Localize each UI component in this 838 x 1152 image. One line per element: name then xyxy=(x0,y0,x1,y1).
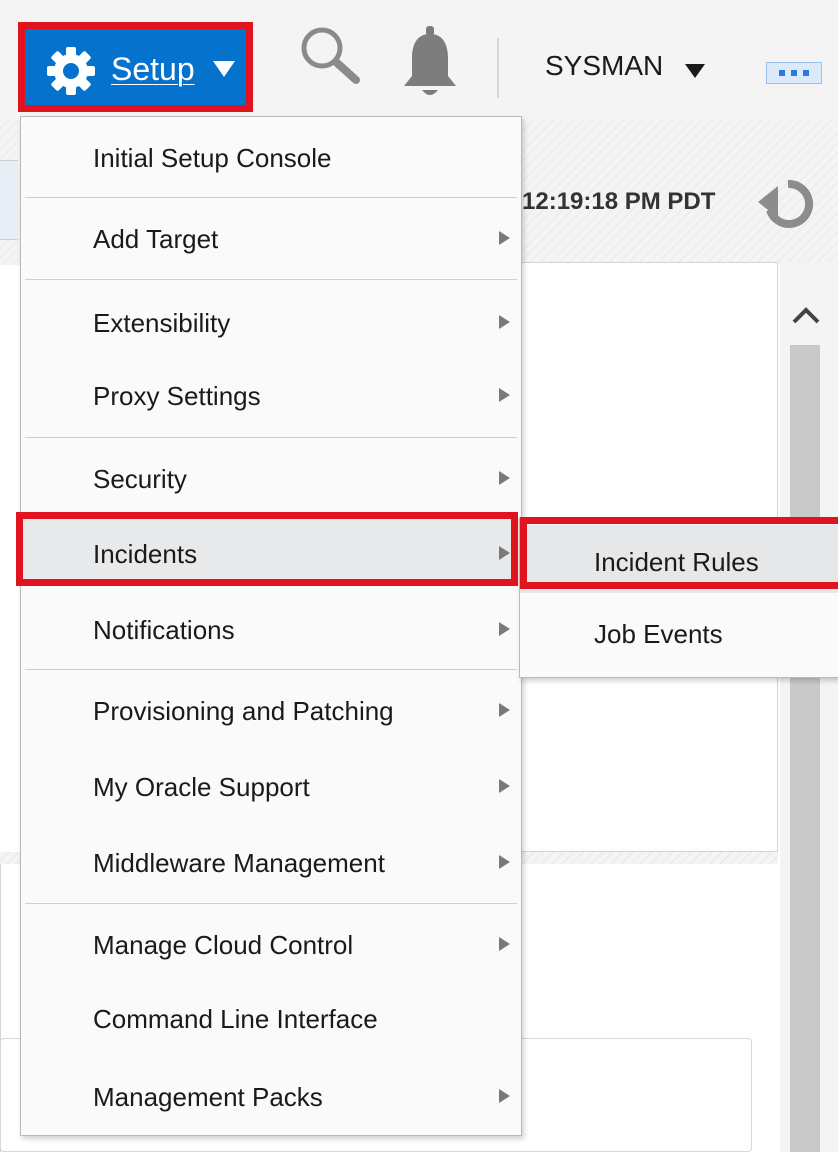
page-refresh-timestamp: 12:19:18 PM PDT xyxy=(522,188,716,215)
menu-item-label: Middleware Management xyxy=(93,848,385,878)
menu-item-label: My Oracle Support xyxy=(93,772,310,802)
bell-icon[interactable] xyxy=(400,22,460,102)
gear-icon xyxy=(47,47,95,95)
more-icon[interactable] xyxy=(766,62,822,84)
submenu-item-label: Job Events xyxy=(594,619,723,649)
menu-item-initial-setup-console[interactable]: Initial Setup Console xyxy=(21,117,521,197)
highlight-incidents xyxy=(16,512,518,586)
chevron-down-icon[interactable] xyxy=(685,64,705,78)
menu-item-extensibility[interactable]: Extensibility xyxy=(21,280,521,355)
menu-item-command-line-interface[interactable]: Command Line Interface xyxy=(21,984,521,1060)
submenu-arrow-icon xyxy=(499,471,510,485)
top-header-bar: Setup SYSMAN xyxy=(0,0,838,120)
submenu-arrow-icon xyxy=(499,388,510,402)
submenu-arrow-icon xyxy=(499,1089,510,1103)
submenu-arrow-icon xyxy=(499,703,510,717)
more-dot xyxy=(779,70,785,76)
menu-item-security[interactable]: Security xyxy=(21,438,521,516)
left-panel-edge xyxy=(0,160,18,240)
menu-item-label: Add Target xyxy=(93,224,219,254)
menu-item-label: Initial Setup Console xyxy=(93,143,332,173)
menu-item-manage-cloud-control[interactable]: Manage Cloud Control xyxy=(21,904,521,984)
menu-item-label: Manage Cloud Control xyxy=(93,930,354,960)
highlight-incident-rules xyxy=(520,517,838,589)
menu-item-middleware-management[interactable]: Middleware Management xyxy=(21,822,521,900)
submenu-arrow-icon xyxy=(499,779,510,793)
scrollbar-thumb[interactable] xyxy=(790,345,820,1152)
chevron-down-icon xyxy=(213,61,235,77)
setup-dropdown-menu: Initial Setup Console Add Target Extensi… xyxy=(20,116,522,1136)
menu-item-label: Provisioning and Patching xyxy=(93,696,394,726)
more-dot xyxy=(803,70,809,76)
submenu-item-job-events[interactable]: Job Events xyxy=(520,599,838,667)
menu-item-provisioning-and-patching[interactable]: Provisioning and Patching xyxy=(21,670,521,746)
submenu-arrow-icon xyxy=(499,622,510,636)
header-divider xyxy=(497,38,499,98)
refresh-icon[interactable] xyxy=(756,176,814,228)
menu-item-my-oracle-support[interactable]: My Oracle Support xyxy=(21,746,521,822)
setup-menu-button[interactable]: Setup xyxy=(18,22,253,112)
user-menu-label[interactable]: SYSMAN xyxy=(545,50,663,82)
submenu-arrow-icon xyxy=(499,315,510,329)
submenu-arrow-icon xyxy=(499,855,510,869)
menu-item-label: Management Packs xyxy=(93,1082,323,1112)
menu-item-label: Notifications xyxy=(93,615,235,645)
menu-item-management-packs[interactable]: Management Packs xyxy=(21,1060,521,1136)
menu-item-proxy-settings[interactable]: Proxy Settings xyxy=(21,355,521,435)
more-dot xyxy=(791,70,797,76)
submenu-arrow-icon xyxy=(499,231,510,245)
menu-item-label: Command Line Interface xyxy=(93,1004,378,1034)
menu-item-label: Proxy Settings xyxy=(93,381,261,411)
chevron-up-icon[interactable] xyxy=(788,300,824,330)
menu-item-label: Extensibility xyxy=(93,308,231,338)
menu-item-label: Security xyxy=(93,464,187,494)
search-icon[interactable] xyxy=(298,24,362,88)
menu-item-add-target[interactable]: Add Target xyxy=(21,198,521,278)
setup-label: Setup xyxy=(111,51,195,87)
menu-item-notifications[interactable]: Notifications xyxy=(21,589,521,667)
submenu-arrow-icon xyxy=(499,937,510,951)
